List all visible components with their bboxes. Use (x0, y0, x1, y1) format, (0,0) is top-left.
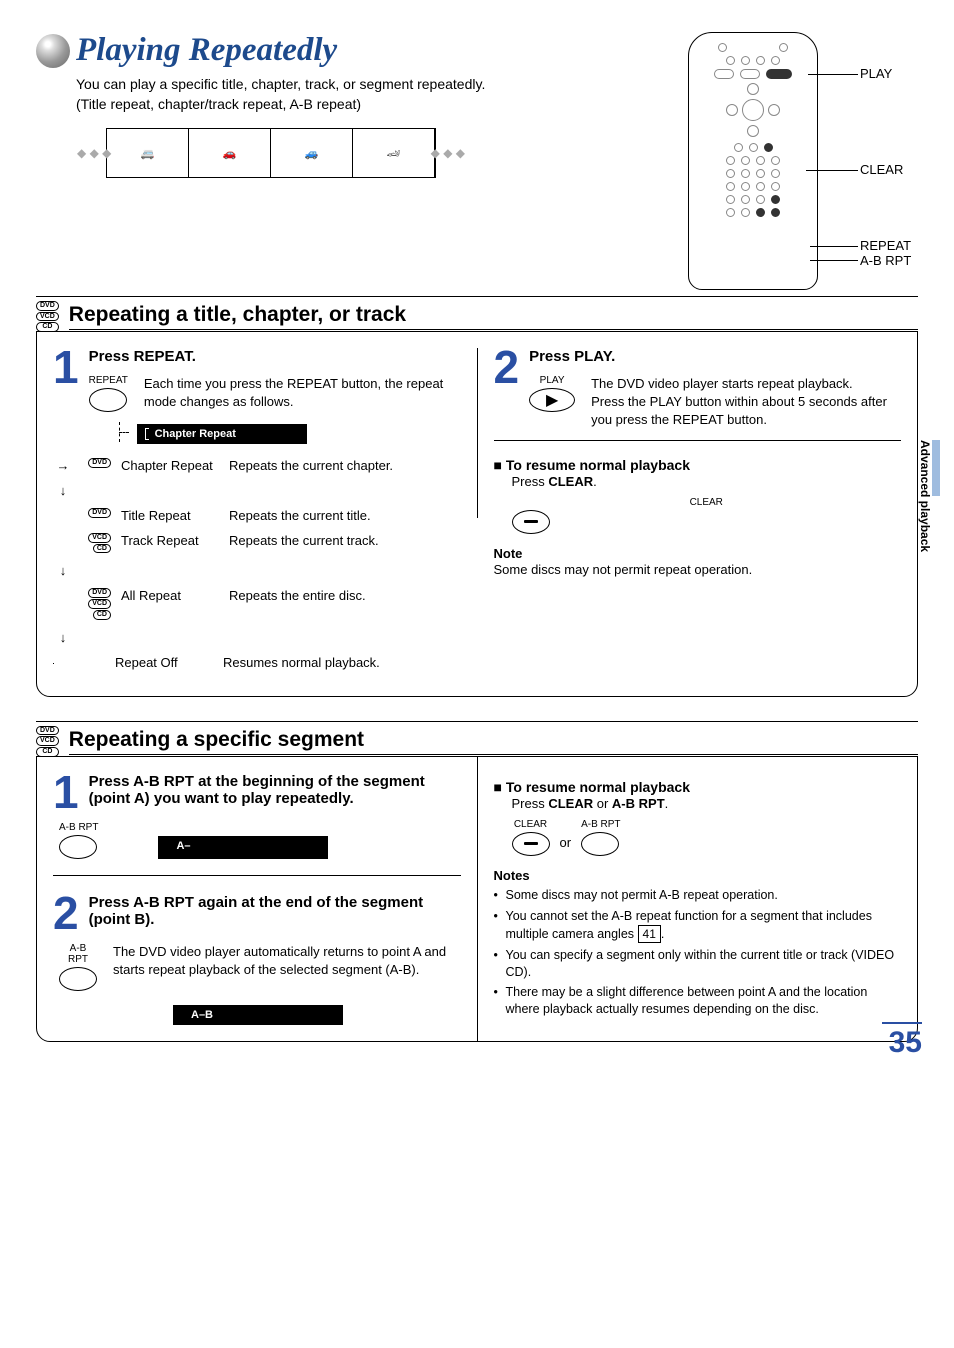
page-ref-41: 41 (638, 925, 661, 943)
remote-label-play: PLAY (860, 66, 892, 81)
remote-repeat-btn (771, 195, 780, 204)
remote-label-clear: CLEAR (860, 162, 903, 177)
step2-body2: Press the PLAY button within about 5 sec… (591, 393, 901, 429)
sec2-step2-body: The DVD video player automatically retur… (113, 943, 461, 991)
step1-osd: Chapter Repeat (137, 424, 307, 444)
step2-title: Press PLAY. (529, 348, 901, 365)
dots-left-icon: ◆ ◆ ◆ (77, 146, 111, 160)
play-btn-label: PLAY (529, 375, 575, 386)
abrpt-btn-label-2: A-B RPT (59, 943, 97, 965)
remote-abrpt-btn (771, 208, 780, 217)
section2-title: Repeating a specific segment (69, 728, 918, 755)
sec2-step1-title: Press A-B RPT at the beginning of the se… (89, 773, 461, 812)
sec2-step1-number: 1 (53, 773, 79, 812)
sec2-notes-list: Some discs may not permit A-B repeat ope… (494, 887, 902, 1018)
section2-body: 1 Press A-B RPT at the beginning of the … (36, 756, 918, 1042)
repeat-illustration: ◆ ◆ ◆ 🚐 🚗 🚙 🏎 ◆ ◆ ◆ (106, 128, 436, 178)
sec2-abrpt-button-icon (581, 832, 619, 856)
resume-heading: To resume normal playback (494, 457, 902, 473)
repeat-btn-label: REPEAT (89, 375, 128, 386)
note-label: Note (494, 546, 902, 561)
car-cell-1: 🚐 (107, 129, 189, 177)
remote-diagram: PLAY CLEAR REPEAT A-B RPT (688, 32, 918, 290)
repeat-modes-table: → DVD Chapter Repeat Repeats the current… (53, 458, 461, 669)
repeat-button-icon (89, 388, 127, 412)
section1-header: DVD VCD CD Repeating a title, chapter, o… (36, 296, 918, 332)
car-cell-3: 🚙 (271, 129, 353, 177)
page-number: 35 (889, 1026, 922, 1060)
step2-number: 2 (494, 348, 520, 430)
clear-btn-label: CLEAR (512, 497, 902, 508)
sec2-clear-label: CLEAR (512, 819, 550, 830)
step1-title: Press REPEAT. (89, 348, 461, 365)
step1-body: Each time you press the REPEAT button, t… (144, 375, 461, 412)
intro-line-2: (Title repeat, chapter/track repeat, A-B… (76, 95, 664, 115)
sec2-step2-number: 2 (53, 894, 79, 933)
section1-title: Repeating a title, chapter, or track (69, 303, 918, 330)
intro-line-1: You can play a specific title, chapter, … (76, 75, 664, 95)
page-number-rule (882, 1022, 922, 1024)
remote-label-repeat: REPEAT (860, 238, 911, 253)
note-text: Some discs may not permit repeat operati… (494, 561, 902, 579)
remote-body (688, 32, 818, 290)
clear-button-icon (512, 510, 550, 534)
sec2-note-4: There may be a slight difference between… (494, 984, 902, 1018)
side-tab: Advanced playback (918, 440, 940, 552)
sec2-abrpt-label: A-B RPT (581, 819, 620, 830)
title-orb-icon (36, 34, 70, 68)
abrpt-button-icon-1 (59, 835, 97, 859)
section2-header: DVD VCD CD Repeating a specific segment (36, 721, 918, 757)
header: Playing Repeatedly You can play a specif… (36, 32, 918, 290)
sec2-step1-osd: A– (158, 836, 328, 859)
sec2-step2-osd: A–B (173, 1005, 343, 1025)
play-glyph-icon: ▶ (546, 390, 558, 410)
sec2-clear-button-icon (512, 832, 550, 856)
sec2-note-3: You can specify a segment only within th… (494, 947, 902, 981)
step2-body1: The DVD video player starts repeat playb… (591, 375, 901, 393)
sec2-note-2: You cannot set the A-B repeat function f… (494, 908, 902, 943)
section2-badges: DVD VCD CD (36, 726, 59, 757)
car-cell-4: 🏎 (353, 129, 435, 177)
abrpt-btn-label-1: A-B RPT (59, 822, 98, 833)
car-cell-2: 🚗 (189, 129, 271, 177)
side-tab-marker (932, 440, 940, 496)
sec2-notes-label: Notes (494, 868, 902, 883)
step1-number: 1 (53, 348, 79, 444)
sec2-note-1: Some discs may not permit A-B repeat ope… (494, 887, 902, 904)
play-button-icon: ▶ (529, 388, 575, 412)
section1-badges: DVD VCD CD (36, 301, 59, 332)
side-tab-label: Advanced playback (918, 440, 932, 552)
remote-play-btn (766, 69, 792, 79)
dots-right-icon: ◆ ◆ ◆ (431, 146, 465, 160)
sec2-step2-title: Press A-B RPT again at the end of the se… (89, 894, 461, 933)
page-title: Playing Repeatedly (76, 32, 337, 69)
abrpt-button-icon-2 (59, 967, 97, 991)
sec2-resume-heading: To resume normal playback (494, 779, 902, 795)
remote-clear-btn (764, 143, 773, 152)
section1-body: 1 Press REPEAT. REPEAT Each time you pre… (36, 331, 918, 696)
remote-label-abrpt: A-B RPT (860, 253, 911, 268)
